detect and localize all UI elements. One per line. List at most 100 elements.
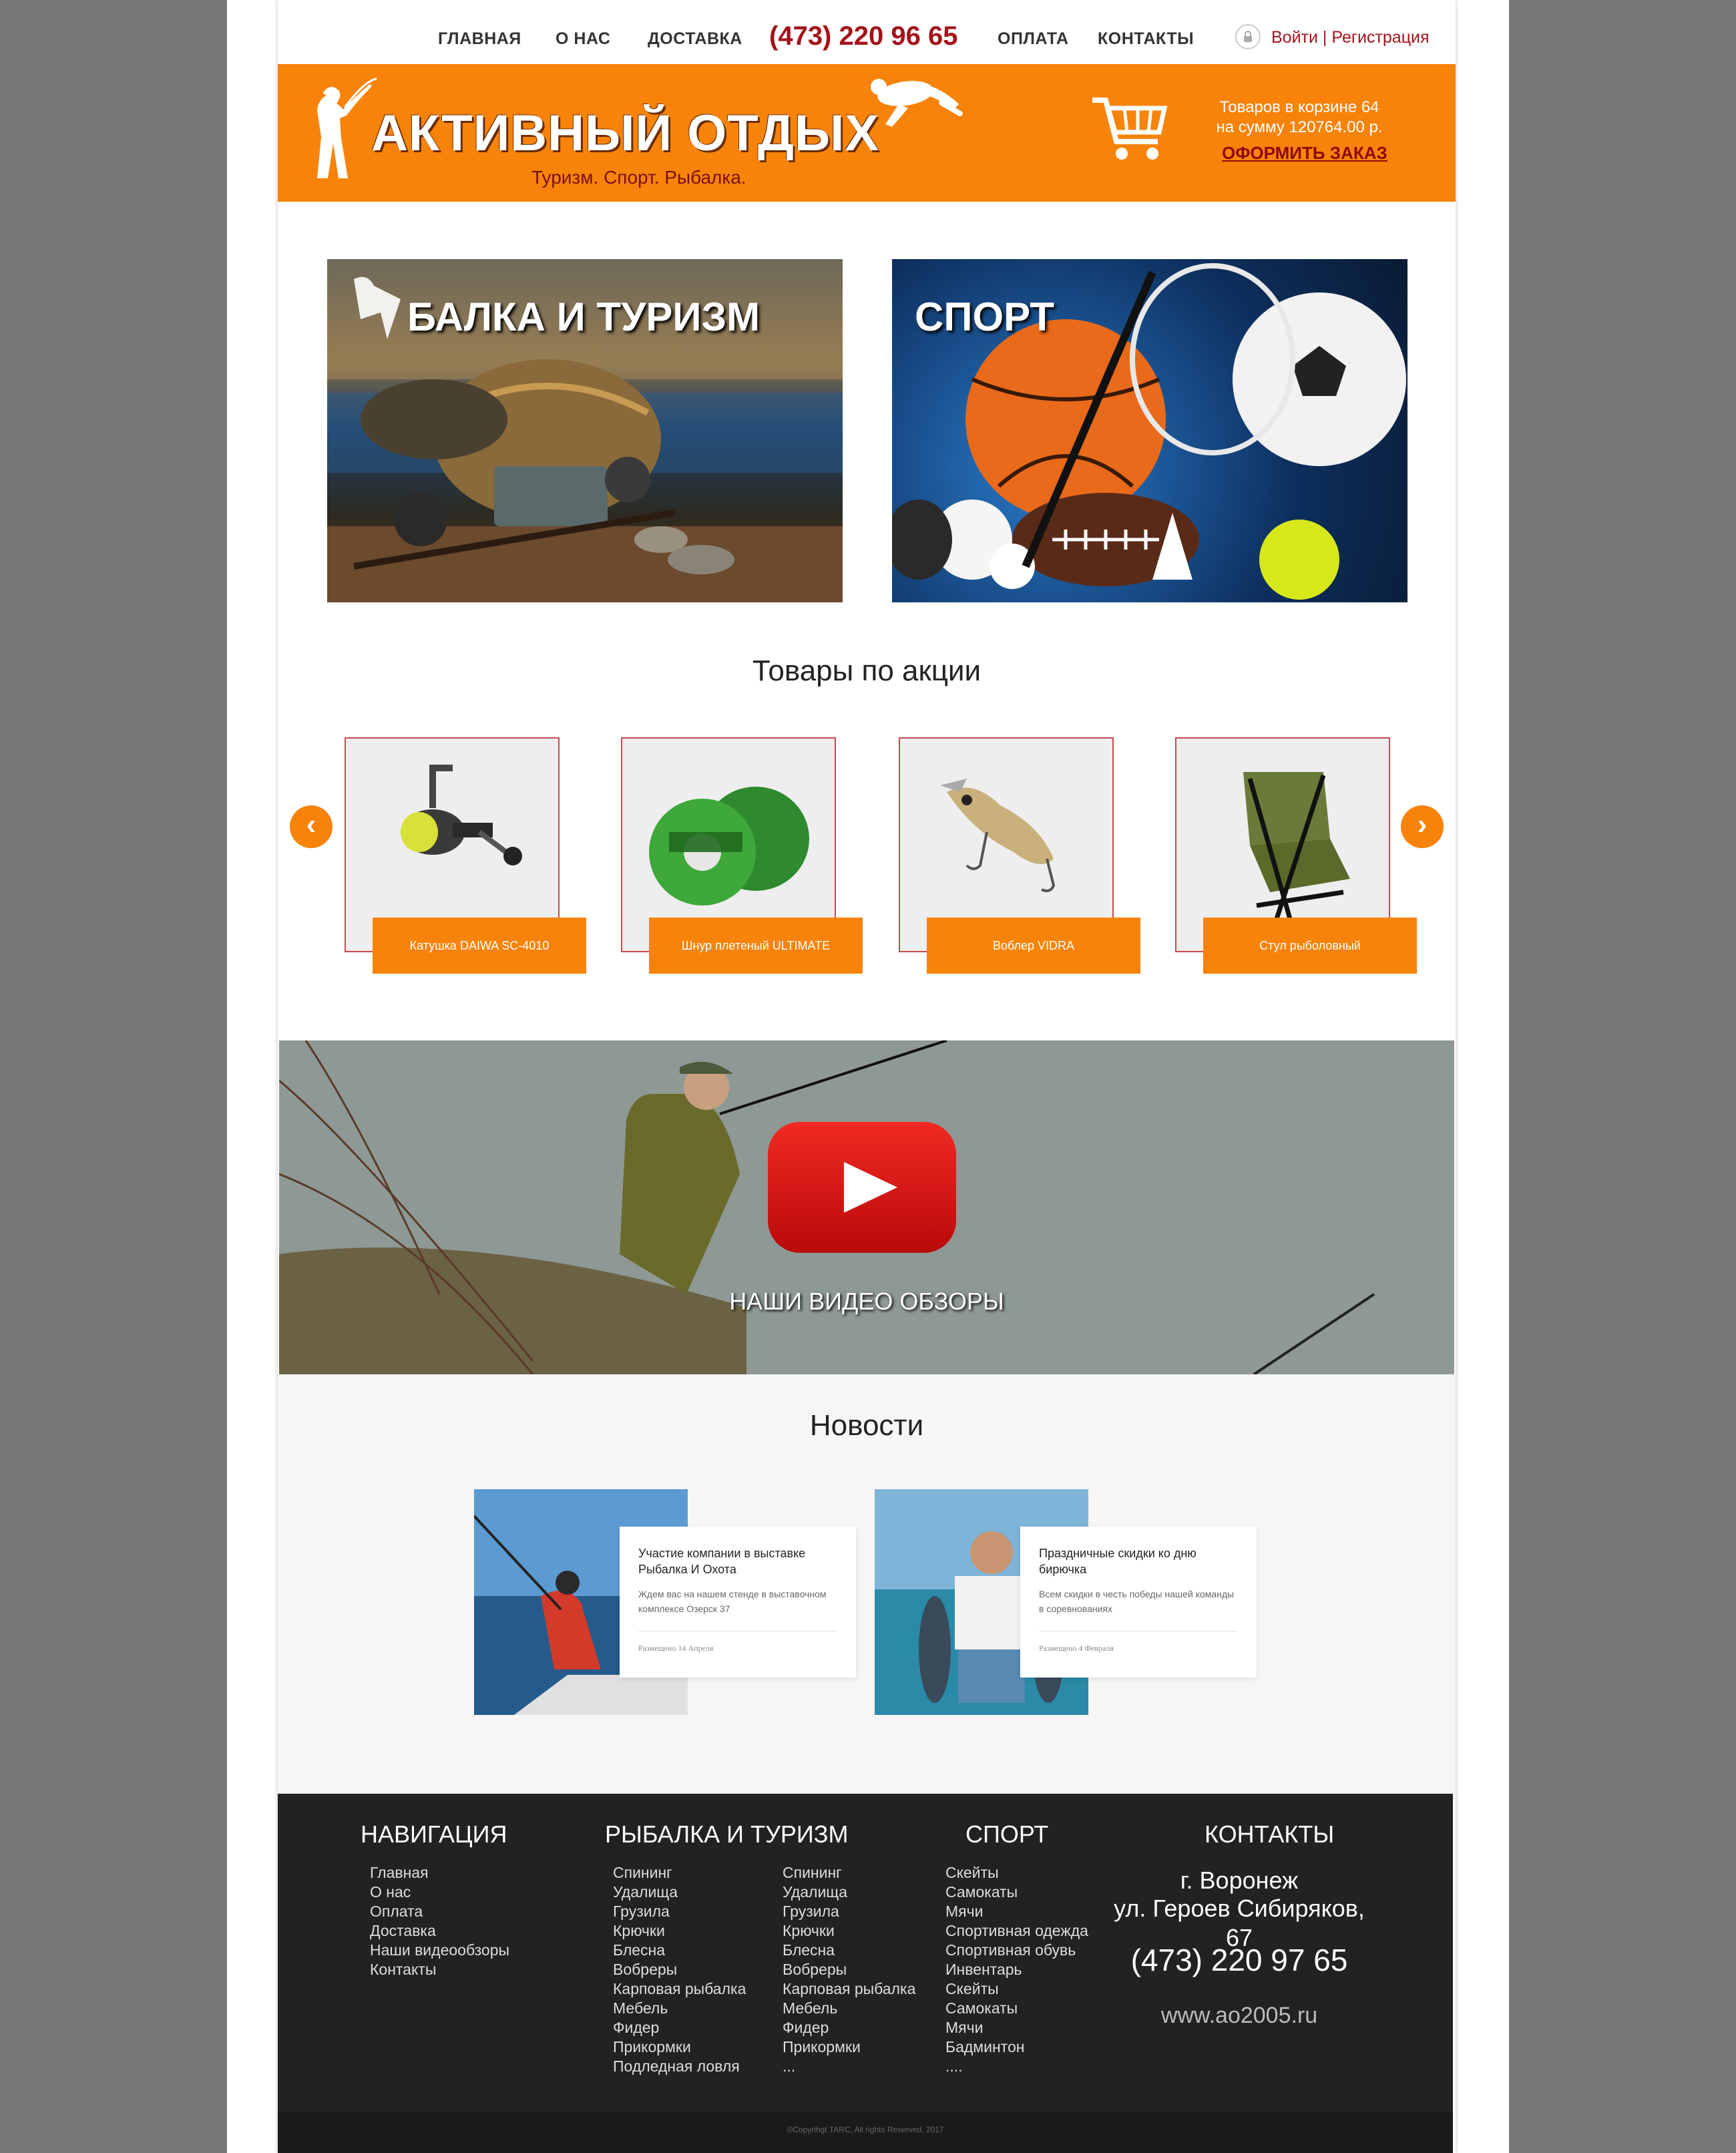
chevron-left-icon: ‹	[306, 808, 316, 841]
footer-nav-list: Главная О нас Оплата Доставка Наши видео…	[370, 1863, 509, 1979]
footer-link[interactable]: Прикормки	[613, 2037, 746, 2057]
footer-link[interactable]: Подледная ловля	[613, 2057, 746, 2076]
footer-link[interactable]: Блесна	[613, 1941, 746, 1960]
news-card-exhibition: Участие компании в выставке Рыбалка И Ох…	[620, 1527, 856, 1678]
footer-link[interactable]: Крючки	[613, 1921, 746, 1941]
site-logo-title[interactable]: АКТИВНЫЙ ОТДЫХ	[371, 104, 879, 162]
footer-link[interactable]: Оплата	[370, 1902, 509, 1921]
news-card-discount: Праздничные скидки ко дню бирючка Всем с…	[1020, 1527, 1257, 1678]
news-section: Новости Участие компании в выставке Рыба…	[278, 1374, 1456, 1794]
footer-link[interactable]: Инвентарь	[945, 1960, 1088, 1979]
cart-summary: Товаров в корзине 64 на сумму 120764.00 …	[1199, 97, 1399, 138]
footer-link[interactable]: Мебель	[613, 1999, 746, 2018]
footer-link[interactable]: Бадминтон	[945, 2037, 1088, 2057]
footer-nav-title: НАВИГАЦИЯ	[361, 1820, 507, 1848]
footer-link[interactable]: Самокаты	[945, 1999, 1088, 2018]
footer-link[interactable]: Спортивная обувь	[945, 1941, 1088, 1960]
site-container: ГЛАВНАЯ О НАС ДОСТАВКА (473) 220 96 65 О…	[278, 0, 1456, 2153]
footer-link[interactable]: Самокаты	[945, 1883, 1088, 1902]
footer-link[interactable]: О нас	[370, 1883, 509, 1902]
footer-link[interactable]: Грузила	[613, 1902, 746, 1921]
footer-link[interactable]: Вобреры	[613, 1960, 746, 1979]
banner-fishing-tourism[interactable]: БАЛКА И ТУРИЗМ	[327, 259, 843, 602]
footer-link[interactable]: Скейты	[945, 1863, 1088, 1883]
footer-link[interactable]: Прикормки	[783, 2037, 915, 2057]
auth-separator: |	[1322, 28, 1327, 47]
news-item-desc: Всем скидки в честь победы нашей команды…	[1039, 1589, 1235, 1614]
video-reviews-banner[interactable]: НАШИ ВИДЕО ОБЗОРЫ	[279, 1040, 1454, 1374]
footer-fishing-title: РЫБАЛКА И ТУРИЗМ	[605, 1820, 849, 1848]
promo-title: Товары по акции	[752, 654, 982, 687]
footer-link[interactable]: Мячи	[945, 2018, 1088, 2037]
copyright-text: ©Copyrihgt TARC, All rights Reserved, 20…	[278, 2112, 1453, 2153]
banner-sport[interactable]: СПОРТ	[892, 259, 1407, 602]
footer-link[interactable]: Мячи	[945, 1902, 1088, 1921]
footer-link[interactable]: Блесна	[783, 1941, 915, 1960]
footer-link[interactable]: Спортивная одежда	[945, 1921, 1088, 1941]
site-slogan: Туризм. Спорт. Рыбалка.	[531, 167, 746, 188]
footer-link[interactable]: Карповая рыбалка	[783, 1979, 915, 1999]
nav-home[interactable]: ГЛАВНАЯ	[438, 29, 521, 49]
footer-link[interactable]: ....	[945, 2057, 1088, 2076]
footer-sport-title: СПОРТ	[965, 1820, 1049, 1848]
top-navigation: ГЛАВНАЯ О НАС ДОСТАВКА (473) 220 96 65 О…	[278, 0, 1456, 64]
product-label-chair[interactable]: Стул рыболовный	[1203, 918, 1417, 974]
news-title: Новости	[809, 1409, 924, 1442]
footer-link[interactable]: Контакты	[370, 1960, 509, 1979]
video-reviews-title: НАШИ ВИДЕО ОБЗОРЫ	[729, 1288, 1004, 1315]
footer-link[interactable]: ...	[783, 2057, 915, 2076]
footer-link[interactable]: Удалища	[783, 1883, 915, 1902]
skater-logo-icon	[871, 79, 963, 127]
footer-link[interactable]: Главная	[370, 1863, 509, 1883]
footer-phone: (473) 220 97 65	[1130, 1943, 1348, 1977]
product-label-reel[interactable]: Катушка DAIWA SC-4010	[373, 918, 586, 974]
footer-link[interactable]: Спининг	[613, 1863, 746, 1883]
footer-link[interactable]: Мебель	[783, 1999, 915, 2018]
banner-fishing-title: БАЛКА И ТУРИЗМ	[407, 295, 761, 339]
site-footer: НАВИГАЦИЯ Главная О нас Оплата Доставка …	[278, 1794, 1453, 2112]
play-triangle	[844, 1162, 897, 1213]
news-item-desc: Ждем вас на нашем стенде в выставочном к…	[638, 1589, 827, 1614]
footer-city: г. Воронеж	[1180, 1867, 1299, 1894]
chevron-right-icon: ›	[1417, 808, 1428, 841]
footer-link[interactable]: Вобреры	[783, 1960, 915, 1979]
footer-link[interactable]: Фидер	[613, 2018, 746, 2037]
register-link[interactable]: Регистрация	[1331, 28, 1429, 47]
footer-link[interactable]: Доставка	[370, 1921, 509, 1941]
product-label-wobbler[interactable]: Воблер VIDRA	[927, 918, 1140, 974]
footer-sport-list: Скейты Самокаты Мячи Спортивная одежда С…	[945, 1863, 1088, 2076]
footer-link[interactable]: Грузила	[783, 1902, 915, 1921]
news-item-title[interactable]: Праздничные скидки ко дню бирючка	[1039, 1545, 1238, 1577]
carousel-next-button[interactable]: ›	[1401, 805, 1444, 848]
lock-icon	[1235, 24, 1261, 49]
footer-link[interactable]: Удалища	[613, 1883, 746, 1902]
footer-link[interactable]: Крючки	[783, 1921, 915, 1941]
fisherman-logo-icon	[317, 77, 377, 178]
footer-link[interactable]: Скейты	[945, 1979, 1088, 1999]
footer-link[interactable]: Наши видеообзоры	[370, 1941, 509, 1960]
footer-link[interactable]: Карповая рыбалка	[613, 1979, 746, 1999]
youtube-play-icon[interactable]	[768, 1122, 956, 1253]
footer-fishing-list-1: Спининг Удалища Грузила Крючки Блесна Во…	[613, 1863, 746, 2076]
carousel-prev-button[interactable]: ‹	[290, 805, 333, 848]
footer-link[interactable]: Фидер	[783, 2018, 915, 2037]
header-phone: (473) 220 96 65	[769, 21, 958, 51]
news-item-date: Размещено 4 Февраля	[1039, 1643, 1114, 1653]
nav-payment[interactable]: ОПЛАТА	[998, 29, 1069, 49]
footer-contacts-title: КОНТАКТЫ	[1205, 1820, 1335, 1848]
shopping-cart-icon[interactable]	[1090, 88, 1170, 168]
cart-total: на сумму 120764.00 р.	[1216, 118, 1383, 136]
login-link[interactable]: Войти	[1271, 28, 1318, 47]
news-item-title[interactable]: Участие компании в выставке Рыбалка И Ох…	[638, 1545, 837, 1577]
nav-about[interactable]: О НАС	[556, 29, 610, 49]
checkout-link[interactable]: ОФОРМИТЬ ЗАКАЗ	[1222, 143, 1387, 164]
footer-fishing-list-2: Спининг Удалища Грузила Крючки Блесна Во…	[783, 1863, 915, 2076]
nav-delivery[interactable]: ДОСТАВКА	[648, 29, 742, 49]
footer-link[interactable]: Спининг	[783, 1863, 915, 1883]
banner-sport-title: СПОРТ	[915, 295, 1055, 339]
product-label-line[interactable]: Шнур плетеный ULTIMATE	[649, 918, 863, 974]
nav-contacts[interactable]: КОНТАКТЫ	[1098, 29, 1194, 49]
footer-website-link[interactable]: www.ao2005.ru	[1099, 2002, 1379, 2029]
cart-count: Товаров в корзине 64	[1219, 98, 1379, 116]
news-item-date: Размещено 14 Апреля	[638, 1643, 714, 1653]
